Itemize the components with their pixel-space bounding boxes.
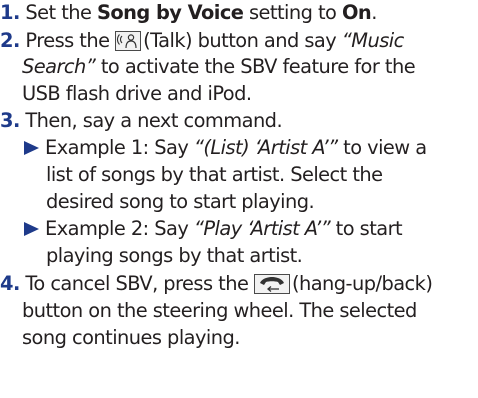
step-1-setting-name: Song by Voice (96, 1, 244, 24)
step-1-text-end: . (371, 1, 377, 24)
hang-up-back-icon (253, 274, 290, 294)
example-1-line-2: list of songs by that artist. Select the (46, 162, 383, 188)
step-2-quote-part1: “Music (341, 29, 404, 52)
step-2-button-name: (Talk) button and say (143, 29, 342, 52)
talk-icon (115, 31, 142, 51)
step-4: 4. To cancel SBV, press the (hang-up/bac… (0, 271, 433, 297)
step-2: 2. Press the (Talk) button and say “Musi… (0, 28, 404, 54)
step-3-text: Then, say a next command. (25, 109, 283, 132)
step-3-number: 3. (0, 109, 20, 132)
instruction-document: 1. Set the Song by Voice setting to On. … (0, 0, 478, 398)
example-2-label: Example 2: Say (45, 217, 194, 240)
step-2-number: 2. (0, 29, 20, 52)
arrow-marker-icon (24, 222, 39, 236)
example-1: Example 1: Say “(List) ‘Artist A’” to vi… (24, 135, 427, 161)
step-4-line-2-text: button on the steering wheel. The select… (22, 299, 417, 322)
step-4-line-3-text: song continues playing. (22, 326, 240, 349)
example-1-label: Example 1: Say (45, 136, 194, 159)
step-2-line-3-text: USB flash drive and iPod. (22, 82, 252, 105)
example-1-line-3: desired song to start playing. (46, 189, 315, 215)
step-1: 1. Set the Song by Voice setting to On. (0, 0, 377, 26)
example-1-command: “(List) ‘Artist A’” (193, 136, 338, 159)
example-1-line-2-text: list of songs by that artist. Select the (46, 163, 383, 186)
step-4-line-3: song continues playing. (22, 325, 240, 351)
step-4-text-pre: To cancel SBV, press the (25, 272, 254, 295)
step-4-line-1-rest: (hang-up/back) (291, 272, 433, 295)
step-4-number: 4. (0, 272, 20, 295)
step-2-text-pre: Press the (25, 29, 116, 52)
step-3: 3. Then, say a next command. (0, 108, 283, 134)
example-2-line-2-text: playing songs by that artist. (46, 244, 303, 267)
step-1-setting-value: On (341, 1, 372, 24)
example-2-command: “Play ‘Artist A’” (193, 217, 331, 240)
step-2-line-2: Search” to activate the SBV feature for … (22, 54, 416, 80)
step-2-quote-part2: Search” (22, 55, 96, 78)
step-2-line-3: USB flash drive and iPod. (22, 81, 252, 107)
example-2-line-2: playing songs by that artist. (46, 243, 303, 269)
step-2-line-2-rest: to activate the SBV feature for the (95, 55, 416, 78)
example-1-line-3-text: desired song to start playing. (46, 190, 315, 213)
step-1-text-pre: Set the (25, 1, 97, 24)
step-1-text-mid: setting to (243, 1, 342, 24)
arrow-marker-icon (24, 141, 39, 155)
step-4-line-2: button on the steering wheel. The select… (22, 298, 417, 324)
step-1-number: 1. (0, 1, 20, 24)
example-2: Example 2: Say “Play ‘Artist A’” to star… (24, 216, 403, 242)
example-2-line-1-rest: to start (330, 217, 403, 240)
example-1-line-1-rest: to view a (337, 136, 427, 159)
